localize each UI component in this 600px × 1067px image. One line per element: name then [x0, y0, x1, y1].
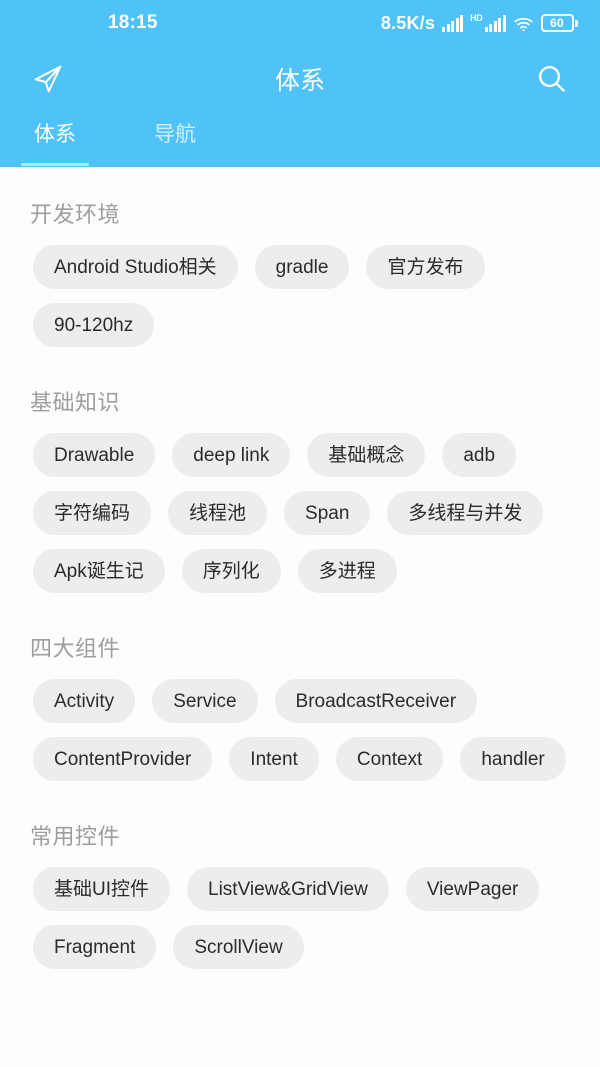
tab-tixi-label: 体系	[34, 123, 76, 146]
chip-item[interactable]: deep link	[172, 433, 291, 477]
hd-icon: HD	[470, 13, 506, 32]
battery-icon: 60	[540, 14, 578, 32]
chip-item[interactable]: 线程池	[168, 491, 268, 535]
chip-item[interactable]: handler	[460, 737, 566, 781]
chip-group: Android Studio相关 gradle 官方发布 90-120hz	[16, 235, 584, 355]
chip-item[interactable]: ScrollView	[173, 925, 304, 969]
page-title: 体系	[274, 67, 325, 95]
status-time: 18:15	[108, 12, 158, 33]
search-icon[interactable]	[530, 57, 574, 101]
chip-item[interactable]: 序列化	[181, 549, 281, 593]
section-changyongkongjian: 常用控件 基础UI控件 ListView&GridView ViewPager …	[0, 789, 600, 977]
chip-item[interactable]: adb	[442, 433, 517, 477]
chip-item[interactable]: 基础概念	[307, 433, 426, 477]
status-indicators: 8.5K/s HD 60	[381, 13, 578, 34]
chip-item[interactable]: 官方发布	[366, 245, 485, 289]
tab-tixi[interactable]: 体系	[21, 112, 89, 166]
battery-tip	[575, 19, 578, 27]
app-root: 18:15 8.5K/s HD 60 体系 体系 导航 开发环境 Android…	[0, 0, 600, 1067]
chip-item[interactable]: 多进程	[297, 549, 397, 593]
signal-bars-icon	[442, 14, 464, 32]
chip-item[interactable]: ListView&GridView	[187, 867, 389, 911]
chip-item[interactable]: ViewPager	[405, 867, 540, 911]
chip-item[interactable]: 字符编码	[33, 491, 152, 535]
battery-level-label: 60	[550, 16, 564, 30]
chip-item[interactable]: Drawable	[33, 433, 156, 477]
section-sidazujian: 四大组件 Activity Service BroadcastReceiver …	[0, 601, 600, 789]
chip-item[interactable]: 基础UI控件	[33, 867, 171, 911]
chip-item[interactable]: BroadcastReceiver	[274, 679, 478, 723]
network-speed-label: 8.5K/s	[380, 12, 436, 33]
send-icon[interactable]	[26, 57, 70, 101]
signal-bars-secondary-icon	[484, 15, 506, 32]
section-jichuzhishi: 基础知识 Drawable deep link 基础概念 adb 字符编码 线程…	[0, 355, 600, 601]
chip-group: 基础UI控件 ListView&GridView ViewPager Fragm…	[16, 857, 584, 977]
chip-item[interactable]: ContentProvider	[33, 737, 213, 781]
wifi-icon	[513, 15, 534, 32]
section-kaifahuanjing: 开发环境 Android Studio相关 gradle 官方发布 90-120…	[0, 167, 600, 355]
section-title: 开发环境	[30, 202, 121, 227]
chip-item[interactable]: 多线程与并发	[387, 491, 544, 535]
content-list[interactable]: 开发环境 Android Studio相关 gradle 官方发布 90-120…	[0, 167, 600, 977]
chip-item[interactable]: Activity	[33, 679, 136, 723]
tab-bar: 体系 导航	[0, 112, 600, 167]
app-bar: 体系	[0, 46, 600, 112]
status-bar: 18:15 8.5K/s HD 60	[0, 0, 600, 46]
section-title: 四大组件	[30, 636, 121, 661]
chip-item[interactable]: 90-120hz	[33, 303, 155, 347]
chip-item[interactable]: Android Studio相关	[33, 245, 238, 289]
chip-group: Activity Service BroadcastReceiver Conte…	[16, 669, 584, 789]
hd-label: HD	[470, 13, 483, 23]
chip-item[interactable]: Intent	[229, 737, 319, 781]
chip-item[interactable]: Fragment	[33, 925, 157, 969]
chip-group: Drawable deep link 基础概念 adb 字符编码 线程池 Spa…	[16, 423, 584, 601]
chip-item[interactable]: Service	[152, 679, 258, 723]
section-title: 基础知识	[30, 390, 121, 415]
chip-item[interactable]: Context	[335, 737, 444, 781]
header-block: 18:15 8.5K/s HD 60 体系 体系 导航	[0, 0, 600, 167]
tab-daohang[interactable]: 导航	[144, 112, 206, 148]
tab-daohang-label: 导航	[154, 123, 196, 146]
tab-active-indicator	[21, 163, 89, 166]
section-title: 常用控件	[30, 824, 121, 849]
chip-item[interactable]: Apk诞生记	[33, 549, 165, 593]
chip-item[interactable]: Span	[284, 491, 371, 535]
chip-item[interactable]: gradle	[254, 245, 350, 289]
